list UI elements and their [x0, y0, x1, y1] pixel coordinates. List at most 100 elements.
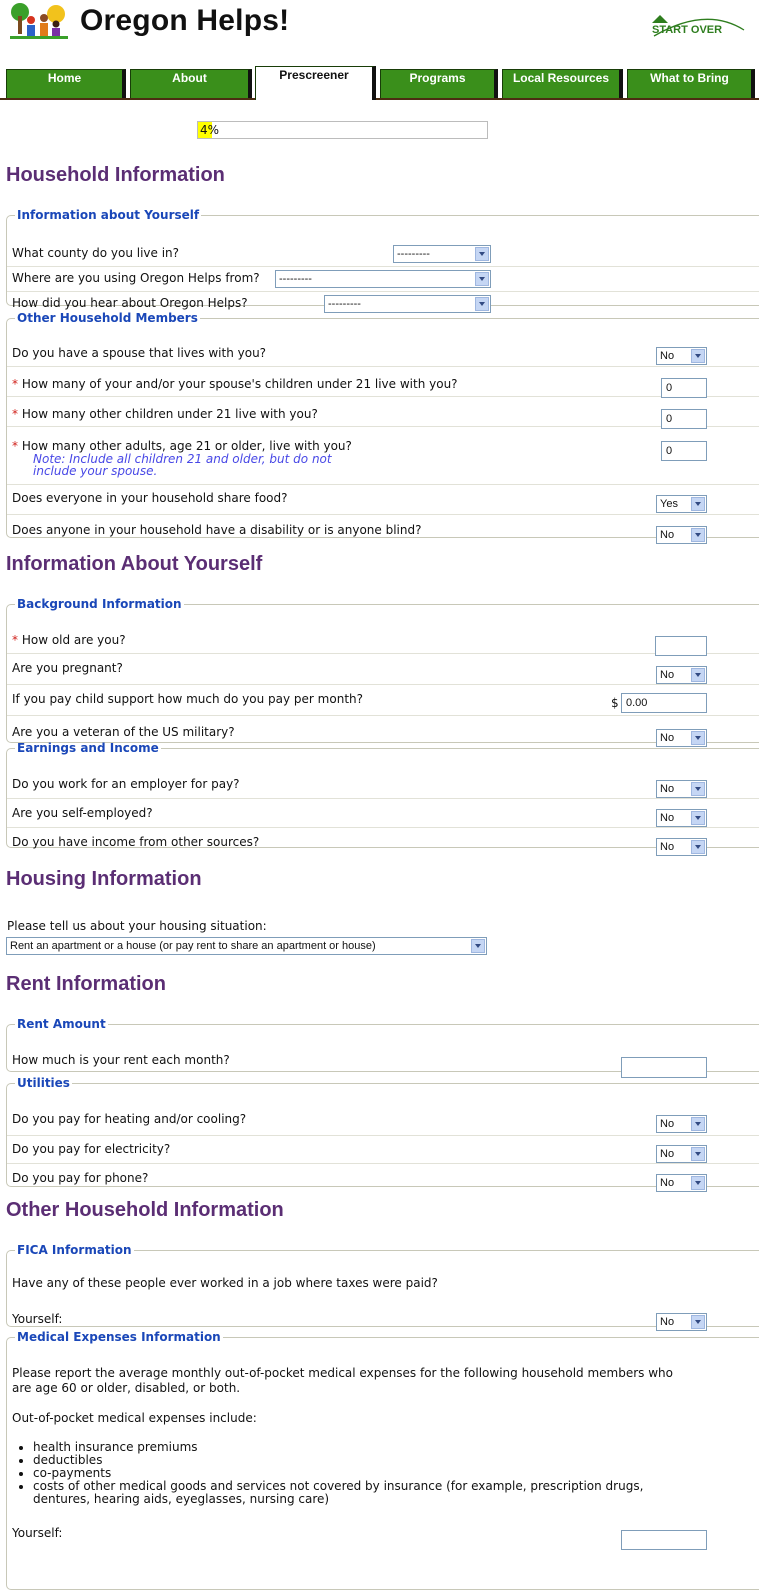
row-pregnant: Are you pregnant? No [7, 654, 759, 685]
start-over-button[interactable]: START OVER [646, 12, 746, 38]
adults-question-text: How many other adults, age 21 or older, … [21, 439, 352, 453]
self-employed-question: Are you self-employed? [12, 806, 153, 820]
tab-prescreener[interactable]: Prescreener [255, 66, 376, 100]
housing-value: Rent an apartment or a house (or pay ren… [10, 940, 376, 952]
share-food-value: Yes [660, 498, 678, 510]
progress-bar: 4% [197, 121, 488, 139]
pregnant-select[interactable]: No [656, 666, 707, 684]
chevron-down-icon [691, 811, 705, 825]
housing-select[interactable]: Rent an apartment or a house (or pay ren… [6, 937, 487, 955]
legend-other-members: Other Household Members [17, 311, 198, 325]
legend-fica: FICA Information [17, 1243, 132, 1257]
chevron-down-icon [691, 782, 705, 796]
children-question-text: How many of your and/or your spouse's ch… [21, 377, 458, 391]
adults-question: * How many other adults, age 21 or older… [12, 439, 352, 453]
child-support-input[interactable]: 0.00 [621, 693, 707, 713]
chevron-down-icon [691, 497, 705, 511]
list-item: health insurance premiums [33, 1441, 643, 1454]
chevron-down-icon [691, 349, 705, 363]
fieldset-utilities: Utilities Do you pay for heating and/or … [6, 1076, 759, 1192]
tab-about[interactable]: About [130, 69, 252, 98]
currency-symbol: $ [611, 696, 619, 710]
row-disability: Does anyone in your household have a dis… [7, 515, 759, 547]
other-income-select[interactable]: No [656, 838, 707, 856]
chevron-down-icon [691, 840, 705, 854]
medical-expenses-list: health insurance premiums deductibles co… [7, 1441, 643, 1506]
phone-value: No [660, 1177, 675, 1189]
phone-select[interactable]: No [656, 1174, 707, 1192]
section-title-about-yourself: Information About Yourself [6, 553, 263, 575]
required-marker: * [12, 377, 22, 391]
app-title: Oregon Helps! [80, 4, 290, 37]
fieldset-info-yourself: Information about Yourself What county d… [6, 208, 759, 313]
list-item-text-continued: dentures, hearing aids, eyeglasses, nurs… [33, 1492, 330, 1506]
tab-what-to-bring[interactable]: What to Bring [627, 69, 755, 98]
where-select[interactable]: --------- [275, 270, 491, 288]
adults-note-line-2: include your spouse. [33, 464, 158, 478]
row-children: * How many of your and/or your spouse's … [7, 367, 759, 398]
disability-value: No [660, 529, 675, 541]
tab-programs[interactable]: Programs [380, 69, 498, 98]
employer-question: Do you work for an employer for pay? [12, 777, 240, 791]
fieldset-other-members: Other Household Members Do you have a sp… [6, 311, 759, 544]
medical-intro-line-1: Please report the average monthly out-of… [12, 1366, 674, 1380]
legend-background: Background Information [17, 597, 182, 611]
spouse-value: No [660, 350, 675, 362]
row-county: What county do you live in? --------- [7, 242, 759, 267]
required-marker: * [12, 407, 22, 421]
other-income-question: Do you have income from other sources? [12, 835, 260, 849]
children-input[interactable]: 0 [661, 378, 707, 398]
fieldset-earnings: Earnings and Income Do you work for an e… [6, 741, 759, 856]
tab-local-resources[interactable]: Local Resources [502, 69, 623, 98]
row-spouse: Do you have a spouse that lives with you… [7, 341, 759, 367]
chevron-down-icon [475, 272, 489, 286]
electricity-select[interactable]: No [656, 1145, 707, 1163]
pregnant-value: No [660, 669, 675, 681]
row-other-income: Do you have income from other sources? N… [7, 828, 759, 858]
employer-select[interactable]: No [656, 780, 707, 798]
share-food-select[interactable]: Yes [656, 495, 707, 513]
tab-home[interactable]: Home [6, 69, 126, 98]
county-select[interactable]: --------- [393, 245, 491, 263]
housing-prompt: Please tell us about your housing situat… [7, 919, 267, 933]
other-children-question: * How many other children under 21 live … [12, 407, 318, 421]
heating-select[interactable]: No [656, 1115, 707, 1133]
medical-yourself-input[interactable] [621, 1530, 707, 1550]
fieldset-rent-amount: Rent Amount How much is your rent each m… [6, 1017, 759, 1078]
disability-select[interactable]: No [656, 526, 707, 544]
electricity-value: No [660, 1148, 675, 1160]
heating-question: Do you pay for heating and/or cooling? [12, 1112, 247, 1126]
fica-yourself-select[interactable]: No [656, 1313, 707, 1331]
fica-yourself-value: No [660, 1316, 675, 1328]
chevron-down-icon [475, 247, 489, 261]
heating-value: No [660, 1118, 675, 1130]
chevron-down-icon [691, 668, 705, 682]
row-heating: Do you pay for heating and/or cooling? N… [7, 1106, 759, 1136]
required-marker: * [12, 439, 22, 453]
adults-input[interactable]: 0 [661, 441, 707, 461]
phone-question: Do you pay for phone? [12, 1171, 149, 1185]
other-children-input[interactable]: 0 [661, 409, 707, 429]
fieldset-medical: Medical Expenses Information Please repo… [6, 1330, 759, 1590]
medical-yourself-label: Yourself: [12, 1526, 63, 1540]
other-income-value: No [660, 841, 675, 853]
age-input[interactable] [655, 636, 707, 656]
required-marker: * [12, 633, 22, 647]
legend-info-yourself: Information about Yourself [17, 208, 200, 222]
row-child-support: If you pay child support how much do you… [7, 685, 759, 716]
oregon-helps-logo[interactable] [6, 2, 72, 48]
fieldset-fica: FICA Information Have any of these peopl… [6, 1243, 759, 1331]
spouse-question: Do you have a spouse that lives with you… [12, 346, 267, 360]
section-title-housing: Housing Information [6, 868, 202, 890]
self-employed-select[interactable]: No [656, 809, 707, 827]
where-value: --------- [279, 273, 312, 285]
employer-value: No [660, 783, 675, 795]
age-question-text: How old are you? [21, 633, 126, 647]
medical-includes-label: Out-of-pocket medical expenses include: [12, 1411, 257, 1425]
section-title-other-household: Other Household Information [6, 1199, 284, 1221]
list-item: deductibles [33, 1454, 643, 1467]
rent-question: How much is your rent each month? [12, 1053, 230, 1067]
spouse-select[interactable]: No [656, 347, 707, 365]
rent-input[interactable] [621, 1057, 707, 1078]
row-share-food: Does everyone in your household share fo… [7, 485, 759, 515]
